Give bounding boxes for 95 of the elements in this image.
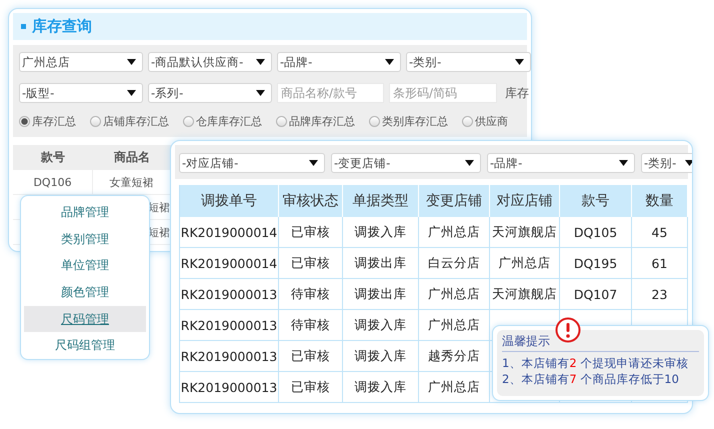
- table-cell: 已审核: [291, 348, 330, 364]
- table-cell: DQ105: [574, 224, 618, 240]
- table-cell: 调拨出库: [354, 254, 406, 272]
- search-field[interactable]: 商品名称/款号: [277, 83, 384, 103]
- dropdown[interactable]: -品牌-: [277, 52, 401, 72]
- table-cell: 调拨入库: [354, 378, 406, 396]
- column-header: 单据类型: [343, 185, 419, 217]
- caret-icon: [256, 90, 265, 96]
- table-cell: RK2019000014: [180, 256, 278, 270]
- table-cell: 天河旗舰店: [492, 286, 557, 302]
- dropdown[interactable]: -对应店铺-: [179, 153, 325, 173]
- radio-label: 库存汇总: [32, 114, 76, 129]
- radio-button[interactable]: [183, 116, 194, 127]
- column-header: 变更店铺: [419, 185, 490, 217]
- table-cell: 调拨出库: [354, 286, 406, 302]
- caret-icon: [465, 160, 474, 166]
- table-cell: 已审核: [291, 254, 330, 272]
- radio-option[interactable]: 店铺库存汇总: [90, 114, 169, 129]
- menu-item[interactable]: 尺码组管理: [24, 332, 146, 360]
- dropdown[interactable]: -类别-: [641, 153, 692, 173]
- table-cell: 调拨入库: [354, 224, 406, 240]
- dropdown[interactable]: -变更店铺-: [331, 153, 481, 173]
- window-title: 库存查询: [32, 17, 92, 36]
- table-cell: 调拨入库: [354, 348, 406, 364]
- column-header: 数量: [632, 185, 688, 217]
- caret-icon: [619, 160, 628, 166]
- table-cell: 45: [652, 224, 668, 240]
- radio-label: 供应商: [475, 114, 508, 129]
- radio-button[interactable]: [462, 116, 473, 127]
- menu-item[interactable]: 颜色管理: [24, 279, 146, 306]
- table-cell: DQ106: [33, 176, 72, 188]
- menu-item[interactable]: 单位管理: [24, 252, 146, 280]
- table-cell: RK2019000013: [180, 318, 278, 332]
- table-cell: DQ107: [574, 286, 618, 302]
- menu-item[interactable]: 类别管理: [24, 226, 146, 252]
- caret-icon: [385, 59, 394, 65]
- table-cell: 23: [652, 286, 668, 302]
- menu-item[interactable]: 品牌管理: [24, 199, 146, 226]
- column-header: 调拨单号: [180, 185, 279, 217]
- radio-option[interactable]: 库存汇总: [19, 114, 76, 129]
- radio-button[interactable]: [276, 116, 287, 127]
- dropdown[interactable]: -类别-: [406, 52, 531, 72]
- radio-button[interactable]: [19, 116, 30, 127]
- table-cell: 已审核: [291, 224, 330, 240]
- table-cell: RK2019000014: [180, 224, 278, 240]
- table-cell: 广州总店: [428, 286, 480, 302]
- table-cell: 广州总店: [498, 254, 550, 272]
- table-cell: 61: [652, 256, 668, 270]
- table-cell: DQ195: [574, 256, 618, 270]
- radio-label: 类别库存汇总: [382, 114, 448, 129]
- radio-button[interactable]: [369, 116, 380, 127]
- column-header: 对应店铺: [490, 185, 560, 217]
- table-cell: RK2019000013: [180, 380, 278, 394]
- table-cell: 女童短裙: [110, 174, 154, 190]
- table-cell: 广州总店: [428, 316, 480, 334]
- caret-icon: [309, 160, 318, 166]
- table-cell: RK2019000013: [180, 348, 278, 364]
- caret-icon: [256, 59, 265, 65]
- radio-option[interactable]: 品牌库存汇总: [276, 114, 355, 129]
- radio-label: 店铺库存汇总: [103, 114, 169, 129]
- notice-text: 1、本店铺有2 个提现申请还未审核: [502, 355, 690, 371]
- column-header: 款号: [13, 145, 93, 170]
- radio-label: 品牌库存汇总: [289, 114, 355, 129]
- caret-icon: [127, 59, 136, 65]
- column-header: 款号: [560, 185, 632, 217]
- column-header: 商品名: [93, 145, 171, 170]
- radio-button[interactable]: [90, 116, 101, 127]
- table-cell: RK2019000013: [180, 286, 278, 302]
- caret-icon: [127, 90, 136, 96]
- caret-icon: [515, 59, 524, 65]
- radio-label: 仓库库存汇总: [196, 114, 262, 129]
- square-icon: [21, 24, 26, 29]
- dropdown[interactable]: -品牌-: [487, 153, 635, 173]
- caret-icon: [685, 160, 692, 166]
- table-cell: 调拨入库: [354, 316, 406, 334]
- table-cell: 待审核: [291, 316, 330, 334]
- dropdown[interactable]: 广州总店: [19, 52, 143, 72]
- table-cell: 广州总店: [428, 224, 480, 240]
- table-cell: 越秀分店: [428, 348, 480, 364]
- dropdown[interactable]: -商品默认供应商-: [148, 52, 272, 72]
- table-cell: 天河旗舰店: [492, 224, 557, 240]
- radio-option[interactable]: 供应商: [462, 114, 508, 129]
- search-field[interactable]: 条形码/简码: [389, 83, 497, 103]
- table-cell: 白云分店: [428, 254, 480, 272]
- radio-option[interactable]: 类别库存汇总: [369, 114, 448, 129]
- menu-item[interactable]: 尺码管理: [24, 306, 146, 332]
- column-header: 审核状态: [279, 185, 343, 217]
- table-cell: 已审核: [291, 378, 330, 396]
- field-label: 库存: [505, 84, 529, 102]
- table-cell: 广州总店: [428, 378, 480, 396]
- radio-option[interactable]: 仓库库存汇总: [183, 114, 262, 129]
- notice-text: 2、本店铺有7 个商品库存低于10: [502, 371, 680, 387]
- dropdown[interactable]: -系列-: [148, 83, 272, 103]
- dropdown[interactable]: -版型-: [19, 83, 143, 103]
- table-cell: 待审核: [291, 286, 330, 302]
